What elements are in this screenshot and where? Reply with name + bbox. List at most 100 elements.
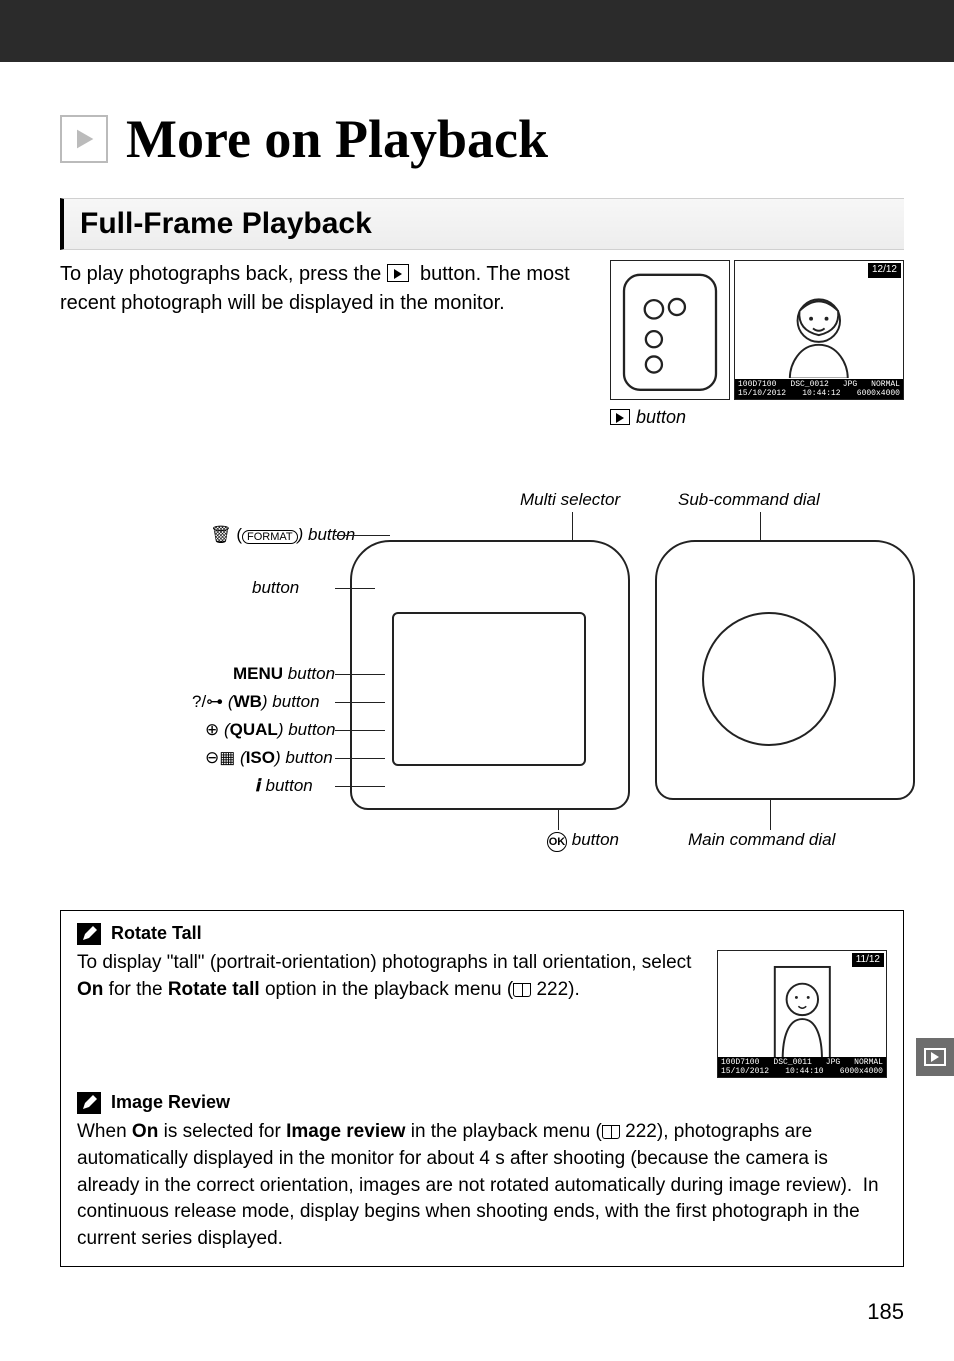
rotate-tall-body: To display "tall" (portrait-orientation)…	[77, 950, 703, 1003]
subheading: Full-Frame Playback	[60, 198, 904, 250]
qual-bold: QUAL	[230, 720, 278, 739]
file-label: DSC_0012	[790, 380, 828, 389]
sub-command-dial-label: Sub-command dial	[678, 490, 820, 510]
note-pencil-icon	[77, 1092, 101, 1114]
playback-chapter-icon	[60, 115, 108, 163]
rt-on: On	[77, 979, 103, 1000]
date-label: 15/10/2012	[738, 389, 786, 398]
playback-button-label: button	[252, 578, 299, 598]
camera-controls-diagram: Multi selector Sub-command dial 🗑 (FORMA…	[60, 500, 904, 860]
playback-button-caption: button	[610, 404, 686, 430]
monitor-info-strip: 100D7100 DSC_0011 JPG NORMAL 15/10/2012 …	[718, 1057, 886, 1077]
menu-button-text: button	[283, 664, 335, 683]
image-review-body: When On is selected for Image review in …	[77, 1119, 887, 1252]
rt-body-2: for the	[103, 979, 167, 1000]
rotate-tall-note: Rotate Tall To display "tall" (portrait-…	[60, 910, 904, 1267]
size-label: 6000x4000	[840, 1067, 883, 1076]
leader-line	[335, 588, 375, 589]
play-button-text: button	[252, 578, 299, 597]
multi-selector-label: Multi selector	[520, 490, 620, 510]
quality-label: NORMAL	[871, 380, 900, 389]
frame-counter: 11/12	[852, 953, 884, 967]
leader-line	[558, 810, 559, 830]
page-number: 185	[60, 1291, 904, 1361]
qual-suffix: ) button	[278, 720, 336, 739]
playback-button-icon	[610, 409, 630, 425]
wb-suffix: ) button	[262, 692, 320, 711]
ir-opt: Image review	[286, 1121, 405, 1142]
ok-button-label: OK button	[547, 830, 619, 852]
leader-line	[335, 674, 385, 675]
ext-label: JPG	[843, 380, 857, 389]
help-icon: ?/⊶	[192, 692, 223, 711]
quality-label: NORMAL	[854, 1058, 883, 1067]
trash-icon: 🗑	[210, 525, 232, 544]
leader-line	[335, 702, 385, 703]
playback-tab-icon	[924, 1048, 946, 1066]
menu-label-bold: MENU	[233, 664, 283, 683]
caption-text: button	[636, 404, 686, 430]
info-icon: 𝒊	[256, 776, 261, 795]
intro-text: To play photographs back, press the butt…	[60, 260, 594, 318]
rt-ref: 222).	[531, 979, 580, 1000]
wb-button-label: ?/⊶ (WB) button	[192, 692, 320, 712]
zoom-out-thumbnail-icon: ⊖▦	[205, 748, 235, 767]
camera-back-illustration	[350, 540, 630, 810]
intro-section: To play photographs back, press the butt…	[60, 260, 904, 430]
page-reference-icon	[513, 983, 531, 997]
info-button-label: 𝒊 button	[256, 776, 313, 796]
delete-button-label: 🗑 (FORMAT) button	[210, 525, 355, 545]
main-command-dial-label: Main command dial	[688, 830, 835, 850]
note-pencil-icon	[77, 923, 101, 945]
rt-body-1: To display "tall" (portrait-orientation)…	[77, 952, 691, 973]
ok-icon: OK	[547, 832, 567, 852]
ext-label: JPG	[826, 1058, 840, 1067]
leader-line	[760, 512, 761, 540]
chapter-title-text: More on Playback	[126, 108, 548, 170]
date-label: 15/10/2012	[721, 1067, 769, 1076]
leader-line	[335, 786, 385, 787]
page-reference-icon	[602, 1125, 620, 1139]
size-label: 6000x4000	[857, 389, 900, 398]
intro-text-part1: To play photographs back, press the	[60, 263, 387, 285]
iso-bold: ISO	[246, 748, 275, 767]
folder-label: 100D7100	[738, 380, 776, 389]
monitor-preview-illustration: 12/12 100D7100 DSC_0012	[734, 260, 904, 400]
time-label: 10:44:10	[785, 1067, 823, 1076]
time-label: 10:44:12	[802, 389, 840, 398]
note-title: Image Review	[77, 1090, 887, 1115]
camera-top-illustration	[655, 540, 915, 800]
playback-button-icon	[387, 264, 409, 282]
wb-bold: WB	[234, 692, 262, 711]
leader-line	[335, 535, 390, 536]
rotate-tall-preview: 11/12 100D7100 DSC_0011 JPG NORMA	[717, 950, 887, 1078]
qual-button-label: ⊕ (QUAL) button	[205, 720, 335, 740]
monitor-info-strip: 100D7100 DSC_0012 JPG NORMAL 15/10/2012 …	[735, 379, 903, 399]
ir-on: On	[132, 1121, 158, 1142]
iso-button-label: ⊖▦ (ISO) button	[205, 748, 333, 768]
leader-line	[572, 512, 573, 540]
leader-line	[770, 800, 771, 830]
info-button-text: button	[266, 776, 313, 795]
folder-label: 100D7100	[721, 1058, 759, 1067]
frame-counter: 12/12	[868, 263, 901, 278]
ok-button-text: button	[572, 830, 619, 849]
page-content: More on Playback Full-Frame Playback To …	[0, 62, 954, 1361]
ir-body-2: is selected for	[158, 1121, 286, 1142]
chapter-title: More on Playback	[60, 98, 904, 170]
image-review-title: Image Review	[111, 1090, 230, 1115]
format-badge: FORMAT	[242, 530, 298, 544]
top-bar	[0, 0, 954, 62]
rt-opt: Rotate tall	[168, 979, 260, 1000]
leader-line	[335, 730, 385, 731]
ir-body-3: in the playback menu (	[405, 1121, 601, 1142]
intro-images: 12/12 100D7100 DSC_0012	[610, 260, 904, 430]
camera-rear-illustration-small	[610, 260, 730, 400]
ir-body-1: When	[77, 1121, 132, 1142]
zoom-in-icon: ⊕	[205, 720, 219, 739]
rotate-tall-title: Rotate Tall	[111, 921, 202, 946]
leader-line	[335, 758, 385, 759]
rt-body-3: option in the playback menu (	[260, 979, 514, 1000]
menu-button-label: MENU button	[233, 664, 335, 684]
note-title: Rotate Tall	[77, 921, 887, 946]
